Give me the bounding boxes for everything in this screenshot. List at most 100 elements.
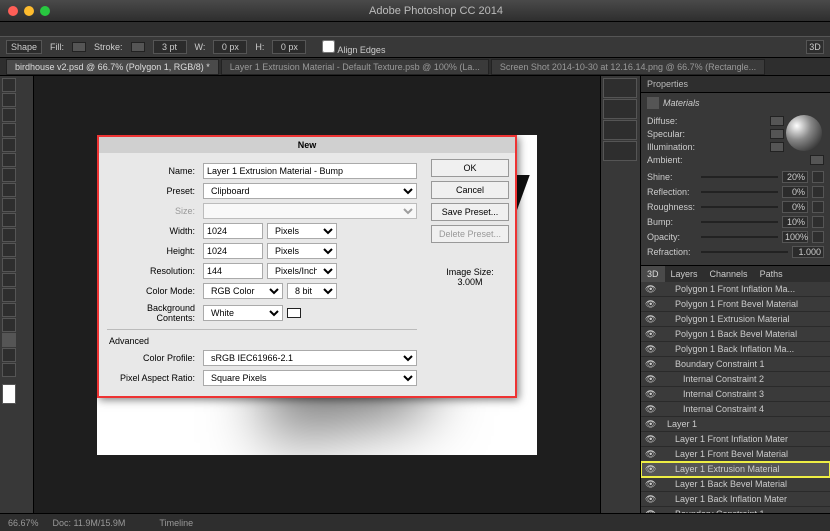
opacity-value[interactable]: 100% [782,231,808,243]
width-input[interactable] [203,223,263,239]
visibility-eye-icon[interactable]: 👁 [645,374,655,384]
channels-panel-tab[interactable]: Channels [704,266,754,282]
layer-item[interactable]: 👁Layer 1 Front Inflation Mater [641,432,830,447]
path-tool-icon[interactable] [2,318,16,332]
width-unit-select[interactable]: Pixels [267,223,337,239]
layer-item[interactable]: 👁Boundary Constraint 1 [641,357,830,372]
crop-tool-icon[interactable] [2,138,16,152]
color-panel-icon[interactable] [603,78,637,98]
specular-swatch[interactable] [770,129,784,139]
visibility-eye-icon[interactable]: 👁 [645,389,655,399]
timeline-toggle[interactable]: Timeline [159,518,193,528]
dodge-tool-icon[interactable] [2,273,16,287]
opacity-texture-icon[interactable] [812,231,824,243]
layer-item[interactable]: 👁Polygon 1 Back Bevel Material [641,327,830,342]
wand-tool-icon[interactable] [2,123,16,137]
roughness-slider[interactable] [701,206,778,208]
material-preview-sphere[interactable] [786,115,822,151]
paths-panel-tab[interactable]: Paths [754,266,789,282]
history-brush-icon[interactable] [2,213,16,227]
refraction-slider[interactable] [701,251,788,253]
eraser-tool-icon[interactable] [2,228,16,242]
stroke-width-field[interactable]: 3 pt [153,40,187,54]
visibility-eye-icon[interactable]: 👁 [645,314,655,324]
move-tool-icon[interactable] [2,78,16,92]
stamp-tool-icon[interactable] [2,198,16,212]
visibility-eye-icon[interactable]: 👁 [645,419,655,429]
swatches-panel-icon[interactable] [603,99,637,119]
visibility-eye-icon[interactable]: 👁 [645,344,655,354]
adjustments-panel-icon[interactable] [603,141,637,161]
illumination-swatch[interactable] [770,142,784,152]
save-preset-button[interactable]: Save Preset... [431,203,509,221]
bump-value[interactable]: 10% [782,216,808,228]
visibility-eye-icon[interactable]: 👁 [645,494,655,504]
zoom-window-icon[interactable] [40,6,50,16]
bump-texture-icon[interactable] [812,216,824,228]
layer-item[interactable]: 👁Internal Constraint 2 [641,372,830,387]
hand-tool-icon[interactable] [2,348,16,362]
shine-texture-icon[interactable] [812,171,824,183]
layer-item[interactable]: 👁Layer 1 Back Inflation Mater [641,492,830,507]
visibility-eye-icon[interactable]: 👁 [645,359,655,369]
opacity-slider[interactable] [701,236,778,238]
layer-item[interactable]: 👁Polygon 1 Extrusion Material [641,312,830,327]
bg-swatch[interactable] [287,308,301,318]
visibility-eye-icon[interactable]: 👁 [645,404,655,414]
reflection-value[interactable]: 0% [782,186,808,198]
brush-tool-icon[interactable] [2,183,16,197]
fill-swatch[interactable] [72,42,86,52]
preset-select[interactable]: Clipboard [203,183,417,199]
align-edges-check[interactable] [322,40,335,53]
layer-item[interactable]: 👁Polygon 1 Front Bevel Material [641,297,830,312]
bg-contents-select[interactable]: White [203,305,283,321]
canvas-area[interactable]: New Name: Preset: Clipboard Size: [34,76,600,513]
doc-tab-2[interactable]: Screen Shot 2014-10-30 at 12.16.14.png @… [491,59,765,75]
layer-item[interactable]: 👁Internal Constraint 3 [641,387,830,402]
marquee-tool-icon[interactable] [2,93,16,107]
pixel-aspect-select[interactable]: Square Pixels [203,370,417,386]
roughness-value[interactable]: 0% [782,201,808,213]
3d-mode-button[interactable]: 3D [806,40,824,54]
bump-slider[interactable] [701,221,778,223]
cancel-button[interactable]: Cancel [431,181,509,199]
libraries-panel-icon[interactable] [603,120,637,140]
stroke-swatch[interactable] [131,42,145,52]
layer-item[interactable]: 👁Layer 1 [641,417,830,432]
visibility-eye-icon[interactable]: 👁 [645,299,655,309]
ambient-swatch[interactable] [810,155,824,165]
color-mode-select[interactable]: RGB Color [203,283,283,299]
reflection-slider[interactable] [701,191,778,193]
reflection-texture-icon[interactable] [812,186,824,198]
resolution-unit-select[interactable]: Pixels/Inch [267,263,337,279]
color-profile-select[interactable]: sRGB IEC61966-2.1 [203,350,417,366]
close-window-icon[interactable] [8,6,18,16]
minimize-window-icon[interactable] [24,6,34,16]
shape-tool-icon[interactable] [2,333,16,347]
3d-panel-tab[interactable]: 3D [641,266,665,282]
diffuse-swatch[interactable] [770,116,784,126]
doc-tab-1[interactable]: Layer 1 Extrusion Material - Default Tex… [221,59,489,75]
layer-item[interactable]: 👁Polygon 1 Front Inflation Ma... [641,282,830,297]
shine-value[interactable]: 20% [782,171,808,183]
shine-slider[interactable] [701,176,778,178]
gradient-tool-icon[interactable] [2,243,16,257]
visibility-eye-icon[interactable]: 👁 [645,329,655,339]
layer-item[interactable]: 👁Layer 1 Back Bevel Material [641,477,830,492]
visibility-eye-icon[interactable]: 👁 [645,479,655,489]
bit-depth-select[interactable]: 8 bit [287,283,337,299]
refraction-value[interactable]: 1.000 [792,246,824,258]
height-input[interactable] [203,243,263,259]
height-field[interactable]: 0 px [272,40,306,54]
type-tool-icon[interactable] [2,303,16,317]
resolution-input[interactable] [203,263,263,279]
name-input[interactable] [203,163,417,179]
ok-button[interactable]: OK [431,159,509,177]
roughness-texture-icon[interactable] [812,201,824,213]
visibility-eye-icon[interactable]: 👁 [645,284,655,294]
properties-tab[interactable]: Properties [641,76,830,93]
fg-bg-color-icon[interactable] [2,384,16,404]
layer-item[interactable]: 👁Layer 1 Front Bevel Material [641,447,830,462]
pen-tool-icon[interactable] [2,288,16,302]
eyedropper-tool-icon[interactable] [2,153,16,167]
